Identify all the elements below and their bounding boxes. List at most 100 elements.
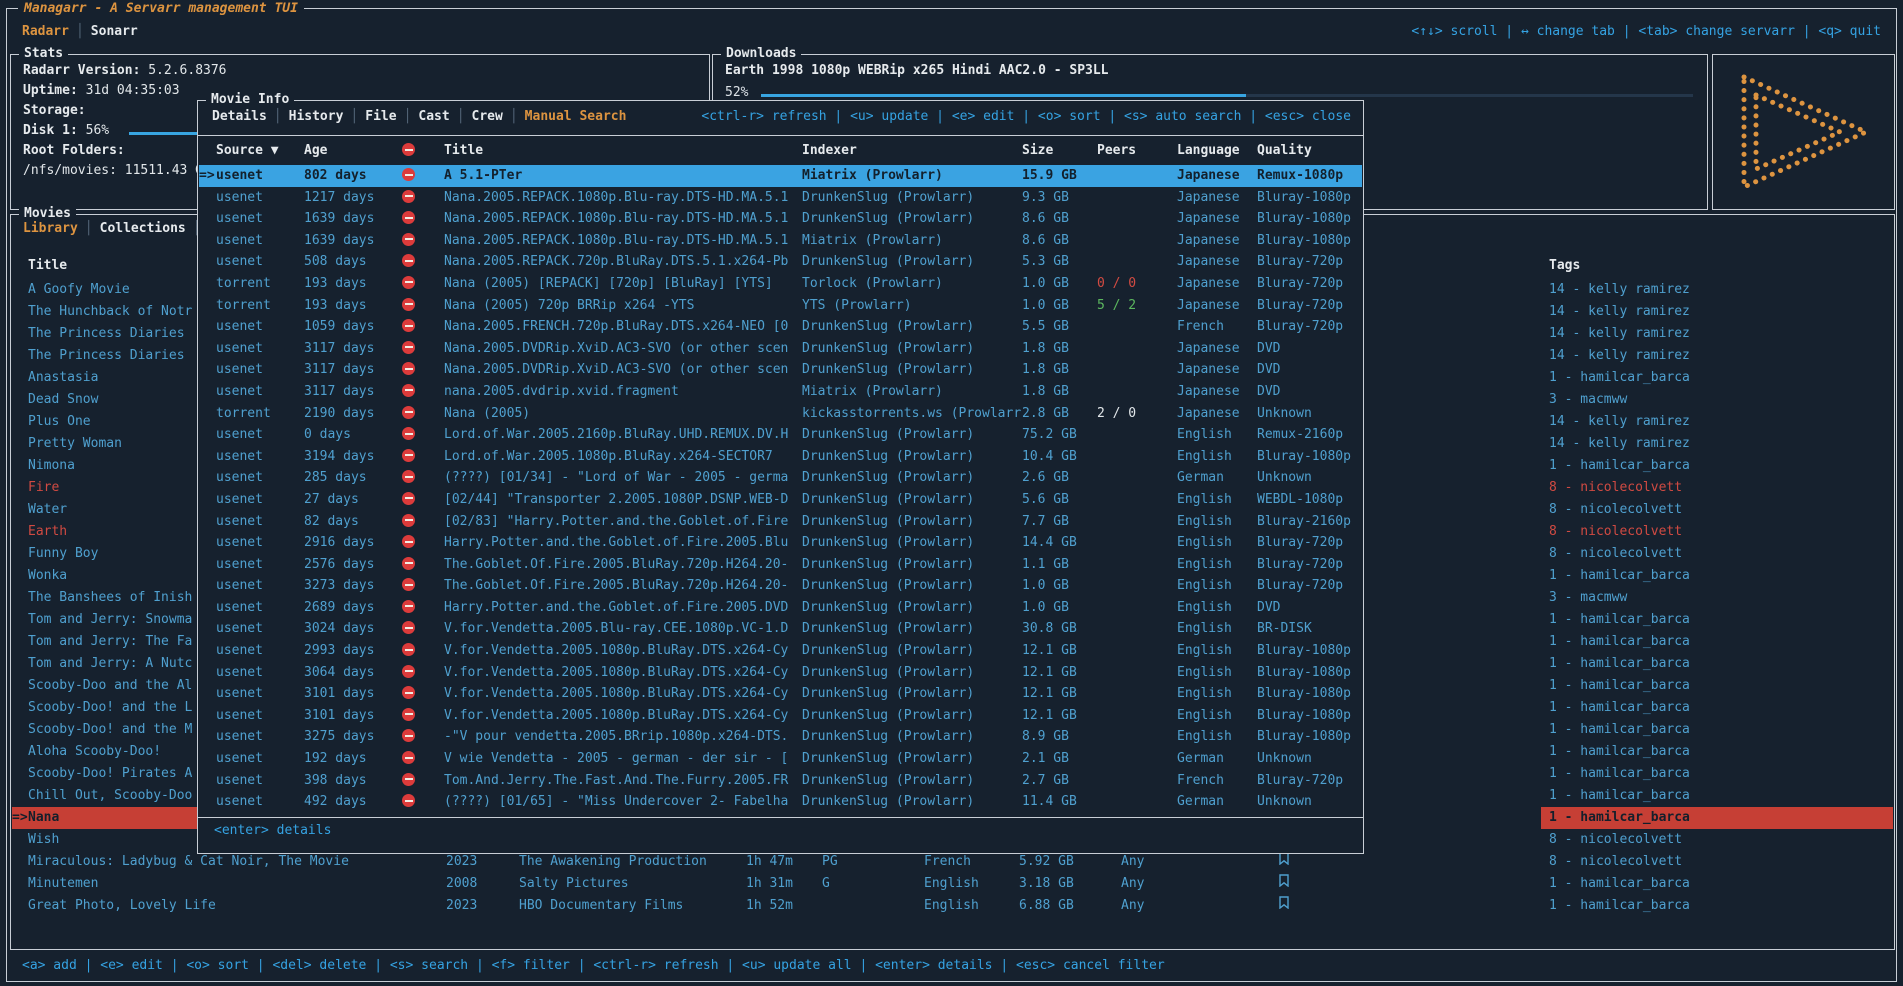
release-row[interactable]: usenet3117 daysNana.2005.DVDRip.XviD.AC3… [199,359,1362,381]
radarr-version-value: 5.2.6.8376 [148,63,226,78]
release-row[interactable]: usenet82 days[02/83] "Harry.Potter.and.t… [199,511,1362,533]
column-quality[interactable]: Quality [1257,143,1362,165]
download-progress-gauge [761,94,1693,97]
column-language[interactable]: Language [1177,143,1257,165]
release-title: Nana.2005.DVDRip.XviD.AC3-SVO (or other … [444,359,802,381]
release-indexer: DrunkenSlug (Prowlarr) [802,597,1022,619]
release-row[interactable]: torrent193 daysNana (2005) [REPACK] [720… [199,273,1362,295]
release-age: 3117 days [304,381,402,403]
movie-row[interactable]: Miraculous: Ladybug & Cat Noir, The Movi… [12,851,1893,873]
rejection-cell [402,467,444,489]
column-rejected[interactable] [402,143,444,165]
release-row[interactable]: usenet27 days[02/44] "Transporter 2.2005… [199,489,1362,511]
release-row[interactable]: usenet492 days(????) [01/65] - "Miss Und… [199,791,1362,813]
release-indexer: kickasstorrents.ws (Prowlarr [802,403,1022,425]
column-size[interactable]: Size [1022,143,1097,165]
release-row[interactable]: =>usenet802 daysA 5.1-PTerMiatrix (Prowl… [199,165,1362,187]
rejected-icon [402,621,415,634]
rejected-icon [402,233,415,246]
selection-marker [199,316,216,338]
release-row[interactable]: usenet0 daysLord.of.War.2005.2160p.BluRa… [199,424,1362,446]
selection-marker [12,741,28,763]
release-title: A 5.1-PTer [444,165,802,187]
column-peers[interactable]: Peers [1097,143,1177,165]
movie-row[interactable]: Minutemen2008Salty Pictures1h 31mGEnglis… [12,873,1893,895]
release-size: 8.6 GB [1022,208,1097,230]
release-size: 12.1 GB [1022,662,1097,684]
rejection-cell [402,532,444,554]
movie-tag: 14 - kelly ramirez [1541,411,1893,433]
release-row[interactable]: usenet1217 daysNana.2005.REPACK.1080p.Bl… [199,187,1362,209]
release-language: Japanese [1177,187,1257,209]
release-row[interactable]: usenet3064 daysV.for.Vendetta.2005.1080p… [199,662,1362,684]
column-indexer[interactable]: Indexer [802,143,1022,165]
release-quality: WEBDL-1080p [1257,489,1362,511]
selection-marker [199,187,216,209]
tab-sonarr[interactable]: Sonarr [91,24,138,39]
release-source: usenet [216,467,304,489]
release-quality: Bluray-1080p [1257,705,1362,727]
release-row[interactable]: torrent193 daysNana (2005) 720p BRRip x2… [199,295,1362,317]
release-peers [1097,511,1177,533]
release-row[interactable]: usenet508 daysNana.2005.REPACK.720p.BluR… [199,251,1362,273]
release-row[interactable]: usenet3024 daysV.for.Vendetta.2005.Blu-r… [199,618,1362,640]
release-size: 30.8 GB [1022,618,1097,640]
release-row[interactable]: usenet1639 daysNana.2005.REPACK.1080p.Bl… [199,208,1362,230]
tab-collections[interactable]: Collections [100,221,186,236]
release-row[interactable]: usenet285 days(????) [01/34] - "Lord of … [199,467,1362,489]
column-age[interactable]: Age [304,143,402,165]
release-row[interactable]: usenet2576 daysThe.Goblet.Of.Fire.2005.B… [199,554,1362,576]
release-row[interactable]: usenet2689 daysHarry.Potter.and.the.Gobl… [199,597,1362,619]
tab-radarr[interactable]: Radarr [22,24,69,39]
movie-tag: 1 - hamilcar_barca [1541,697,1893,719]
monitored-icon [1279,851,1289,873]
release-language: English [1177,618,1257,640]
release-row[interactable]: usenet1639 daysNana.2005.REPACK.1080p.Bl… [199,230,1362,252]
global-keybindings-help: <↑↓> scroll | ↔ change tab | <tab> chang… [1411,24,1881,39]
release-age: 802 days [304,165,402,187]
release-quality: Bluray-720p [1257,770,1362,792]
tab-cast[interactable]: Cast [418,109,449,124]
release-row[interactable]: usenet3275 days-"V pour vendetta.2005.BR… [199,726,1362,748]
release-row[interactable]: usenet3101 daysV.for.Vendetta.2005.1080p… [199,705,1362,727]
column-source[interactable]: Source ▼ [216,143,304,165]
movie-size: 6.88 GB [1011,895,1113,917]
release-row[interactable]: usenet3194 daysLord.of.War.2005.1080p.Bl… [199,446,1362,468]
release-source: usenet [216,230,304,252]
tab-manual-search[interactable]: Manual Search [525,109,627,124]
release-source: torrent [216,403,304,425]
column-release-title[interactable]: Title [444,143,802,165]
release-size: 14.4 GB [1022,532,1097,554]
release-row[interactable]: usenet3117 daysNana.2005.DVDRip.XviD.AC3… [199,338,1362,360]
movie-tag: 3 - macmww [1541,587,1893,609]
release-row[interactable]: usenet192 daysV wie Vendetta - 2005 - ge… [199,748,1362,770]
tab-history[interactable]: History [289,109,344,124]
release-source: usenet [216,770,304,792]
release-row[interactable]: usenet2993 daysV.for.Vendetta.2005.1080p… [199,640,1362,662]
selection-marker [12,301,28,323]
selection-marker [12,873,28,895]
release-indexer: DrunkenSlug (Prowlarr) [802,748,1022,770]
release-title: Nana.2005.REPACK.1080p.Blu-ray.DTS-HD.MA… [444,208,802,230]
radarr-version-line: Radarr Version: 5.2.6.8376 [23,63,227,78]
tab-crew[interactable]: Crew [472,109,503,124]
release-quality: Bluray-1080p [1257,726,1362,748]
release-peers [1097,316,1177,338]
release-row[interactable]: usenet3273 daysThe.Goblet.Of.Fire.2005.B… [199,575,1362,597]
release-quality: Unknown [1257,403,1362,425]
release-row[interactable]: usenet3101 daysV.for.Vendetta.2005.1080p… [199,683,1362,705]
release-size: 2.1 GB [1022,748,1097,770]
release-row[interactable]: usenet3117 daysnana.2005.dvdrip.xvid.fra… [199,381,1362,403]
tab-details[interactable]: Details [212,109,267,124]
release-row[interactable]: torrent2190 daysNana (2005)kickasstorren… [199,403,1362,425]
selection-marker [12,609,28,631]
tab-library[interactable]: Library [23,221,78,236]
column-tags[interactable]: Tags [1541,255,1893,277]
release-row[interactable]: usenet398 daysTom.And.Jerry.The.Fast.And… [199,770,1362,792]
release-row[interactable]: usenet2916 daysHarry.Potter.and.the.Gobl… [199,532,1362,554]
release-row[interactable]: usenet1059 daysNana.2005.FRENCH.720p.Blu… [199,316,1362,338]
movie-row[interactable]: Great Photo, Lovely Life2023HBO Document… [12,895,1893,917]
tab-file[interactable]: File [365,109,396,124]
release-quality: Bluray-1080p [1257,208,1362,230]
release-age: 1639 days [304,230,402,252]
